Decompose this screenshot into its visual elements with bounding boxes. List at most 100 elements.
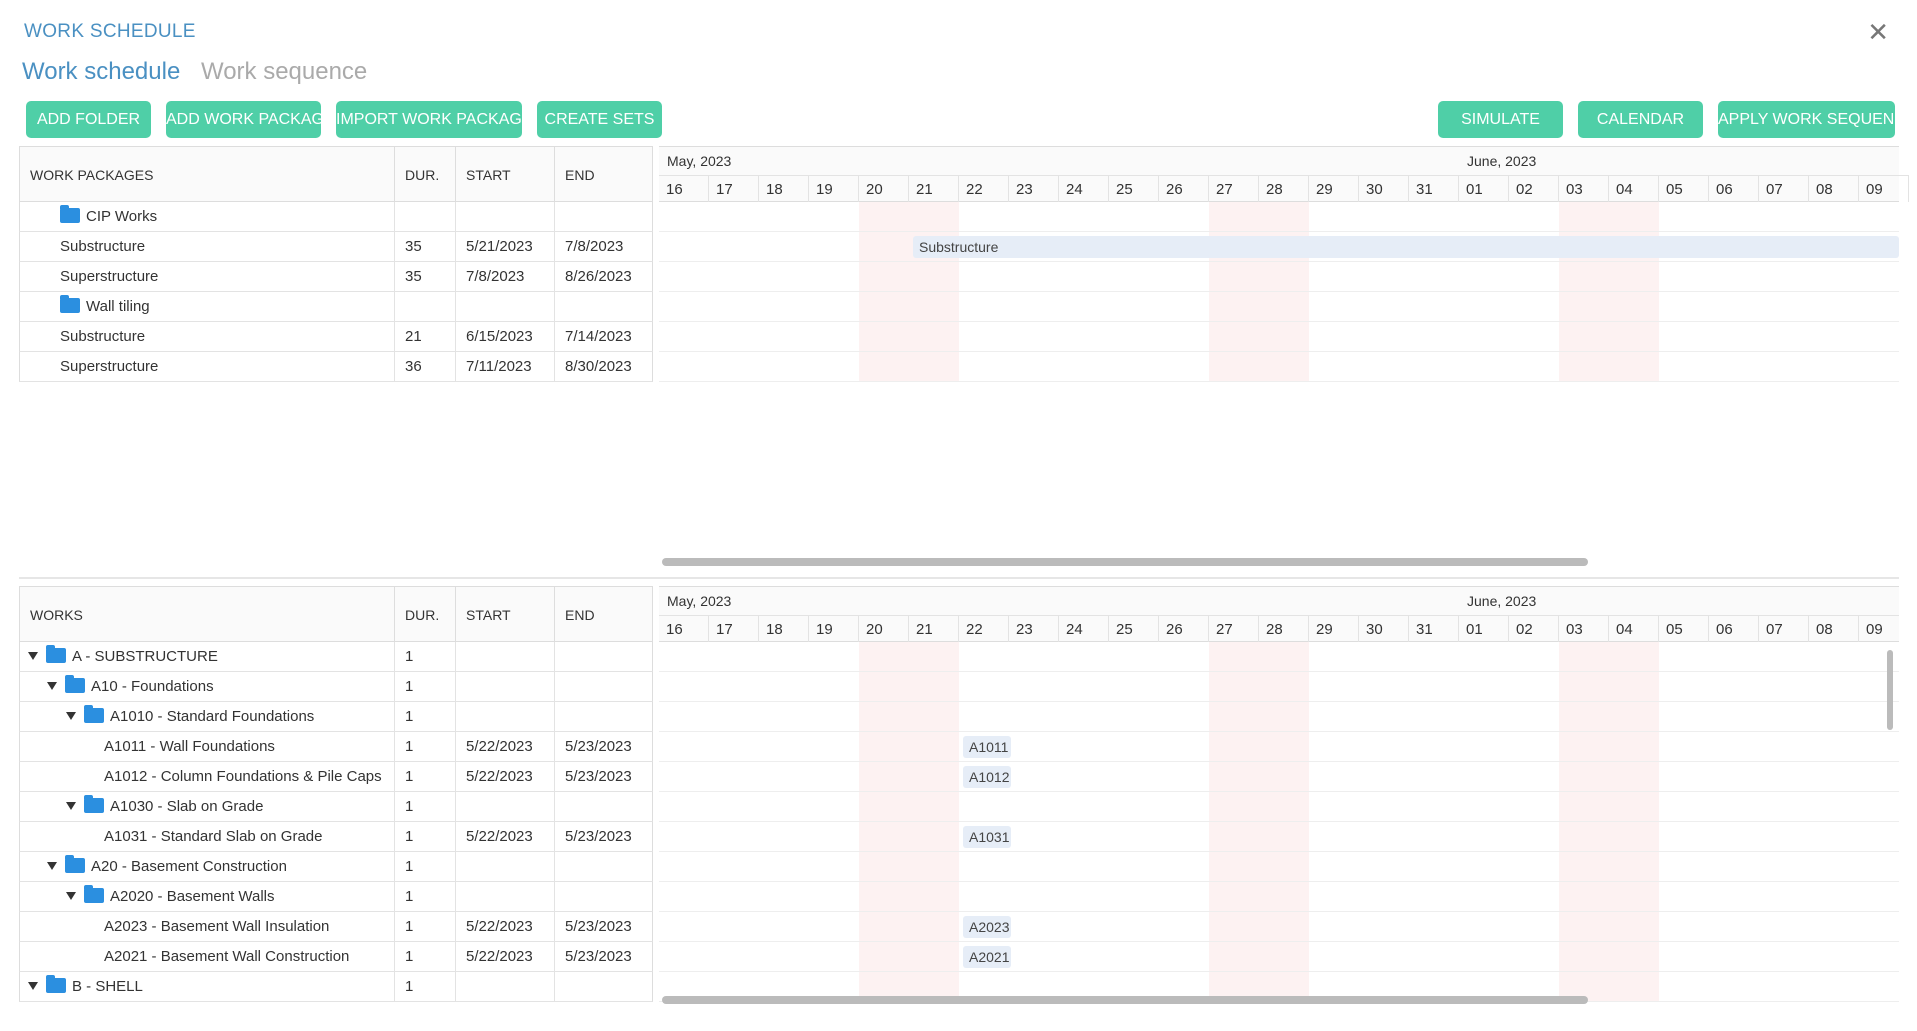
collapse-arrow-icon[interactable] — [47, 862, 57, 870]
table-row[interactable]: A - SUBSTRUCTURE 1 — [19, 642, 653, 672]
day-label: 05 — [1659, 615, 1709, 642]
apply-work-sequence-button[interactable]: APPLY WORK SEQUENCE — [1718, 101, 1917, 138]
row-label: A1031 - Standard Slab on Grade — [104, 828, 323, 845]
table-row[interactable]: Superstructure 35 7/8/2023 8/26/2023 — [19, 262, 653, 292]
panel-divider[interactable] — [19, 577, 1899, 579]
day-label: 23 — [1009, 175, 1059, 202]
horizontal-scrollbar[interactable] — [662, 558, 1588, 566]
day-label: 31 — [1409, 175, 1459, 202]
row-label: Substructure — [60, 238, 146, 255]
table-row[interactable]: CIP Works — [19, 202, 653, 232]
create-sets-button[interactable]: CREATE SETS — [537, 101, 662, 138]
day-label: 19 — [809, 615, 859, 642]
day-label: 22 — [959, 175, 1009, 202]
row-end: 8/30/2023 — [565, 358, 632, 375]
col-end[interactable]: END — [555, 147, 654, 203]
row-name: A1031 - Standard Slab on Grade — [20, 822, 395, 851]
table-row[interactable]: A1010 - Standard Foundations 1 — [19, 702, 653, 732]
timeline-row — [659, 202, 1899, 232]
close-icon[interactable]: ✕ — [1867, 19, 1889, 45]
table-row[interactable]: A1031 - Standard Slab on Grade 1 5/22/2023… — [19, 822, 653, 852]
day-label: 29 — [1309, 175, 1359, 202]
table-row[interactable]: A1011 - Wall Foundations 1 5/22/2023 5/23/2… — [19, 732, 653, 762]
row-start — [456, 292, 555, 321]
tab-work-sequence[interactable]: Work sequence — [201, 58, 367, 85]
import-work-packages-button[interactable]: IMPORT WORK PACKAGES — [336, 101, 543, 138]
row-end: 5/23/2023 — [565, 738, 632, 755]
vertical-scrollbar[interactable] — [1887, 650, 1893, 730]
add-work-package-button[interactable]: ADD WORK PACKAGE — [166, 101, 335, 138]
gantt-bar[interactable]: A2023 — [963, 916, 1011, 938]
timeline-row — [659, 642, 1899, 672]
col-duration[interactable]: DUR. — [395, 147, 456, 203]
row-start — [456, 672, 555, 701]
folder-icon — [65, 675, 85, 693]
col-duration[interactable]: DUR. — [395, 587, 456, 643]
row-dur: 1 — [395, 972, 456, 1001]
table-row[interactable]: A2021 - Basement Wall Construction 1 5/22/… — [19, 942, 653, 972]
day-label: 09 — [1859, 615, 1899, 642]
col-start[interactable]: START — [456, 587, 555, 643]
row-end — [555, 672, 654, 701]
gantt-bar[interactable]: A2021 — [963, 946, 1011, 968]
collapse-arrow-icon[interactable] — [28, 982, 38, 990]
timeline-row — [659, 352, 1899, 382]
timeline-row — [659, 262, 1899, 292]
table-row[interactable]: A2023 - Basement Wall Insulation 1 5/22/20… — [19, 912, 653, 942]
horizontal-scrollbar[interactable] — [662, 996, 1588, 1004]
collapse-arrow-icon[interactable] — [28, 652, 38, 660]
gantt-bar[interactable]: A1011 — [963, 736, 1011, 758]
day-label: 29 — [1309, 615, 1359, 642]
table-row[interactable]: Superstructure 36 7/11/2023 8/30/2023 — [19, 352, 653, 382]
gantt-bar[interactable]: A1031 — [963, 826, 1011, 848]
row-start — [456, 972, 555, 1001]
day-label: 18 — [759, 615, 809, 642]
col-works[interactable]: WORKS — [20, 587, 395, 643]
row-label: A - SUBSTRUCTURE — [72, 648, 218, 665]
col-work-packages[interactable]: WORK PACKAGES — [20, 147, 395, 203]
row-label: B - SHELL — [72, 978, 143, 995]
day-label: 31 — [1409, 615, 1459, 642]
table-row[interactable]: A10 - Foundations 1 — [19, 672, 653, 702]
collapse-arrow-icon[interactable] — [66, 892, 76, 900]
day-label: 01 — [1459, 615, 1509, 642]
folder-icon — [84, 705, 104, 723]
calendar-button[interactable]: CALENDAR — [1578, 101, 1703, 138]
table-row[interactable]: A1030 - Slab on Grade 1 — [19, 792, 653, 822]
timeline-row — [659, 292, 1899, 322]
table-row[interactable]: B - SHELL 1 — [19, 972, 653, 1002]
table-row[interactable]: A20 - Basement Construction 1 — [19, 852, 653, 882]
collapse-arrow-icon[interactable] — [66, 802, 76, 810]
row-end: 5/23/2023 — [565, 768, 632, 785]
timeline-row — [659, 322, 1899, 352]
gantt-bar[interactable]: A1012 — [963, 766, 1011, 788]
day-label: 19 — [809, 175, 859, 202]
tab-work-schedule[interactable]: Work schedule — [22, 58, 180, 85]
add-folder-button[interactable]: ADD FOLDER — [26, 101, 151, 138]
table-row[interactable]: Substructure 35 5/21/2023 7/8/2023 — [19, 232, 653, 262]
table-row[interactable]: Wall tiling — [19, 292, 653, 322]
row-dur: 1 — [395, 672, 456, 701]
row-end — [555, 702, 654, 731]
table-row[interactable]: A1012 - Column Foundations & Pile Caps 1 5… — [19, 762, 653, 792]
row-start: 5/22/2023 — [456, 732, 555, 761]
day-label: 28 — [1259, 175, 1309, 202]
row-end — [555, 882, 654, 911]
simulate-button[interactable]: SIMULATE — [1438, 101, 1563, 138]
row-start: 5/22/2023 — [456, 942, 555, 971]
table-row[interactable]: A2020 - Basement Walls 1 — [19, 882, 653, 912]
collapse-arrow-icon[interactable] — [66, 712, 76, 720]
row-name: B - SHELL — [20, 972, 395, 1001]
row-dur: 1 — [395, 642, 456, 671]
table-row[interactable]: Substructure 21 6/15/2023 7/14/2023 — [19, 322, 653, 352]
row-dur: 1 — [395, 942, 456, 971]
col-start[interactable]: START — [456, 147, 555, 203]
row-label: A20 - Basement Construction — [91, 858, 287, 875]
collapse-arrow-icon[interactable] — [47, 682, 57, 690]
timeline-row — [659, 702, 1899, 732]
row-name: A1012 - Column Foundations & Pile Caps — [20, 762, 395, 791]
col-end[interactable]: END — [555, 587, 654, 643]
folder-icon — [46, 975, 66, 993]
gantt-bar[interactable]: Substructure — [913, 236, 1899, 258]
row-end — [555, 972, 654, 1001]
